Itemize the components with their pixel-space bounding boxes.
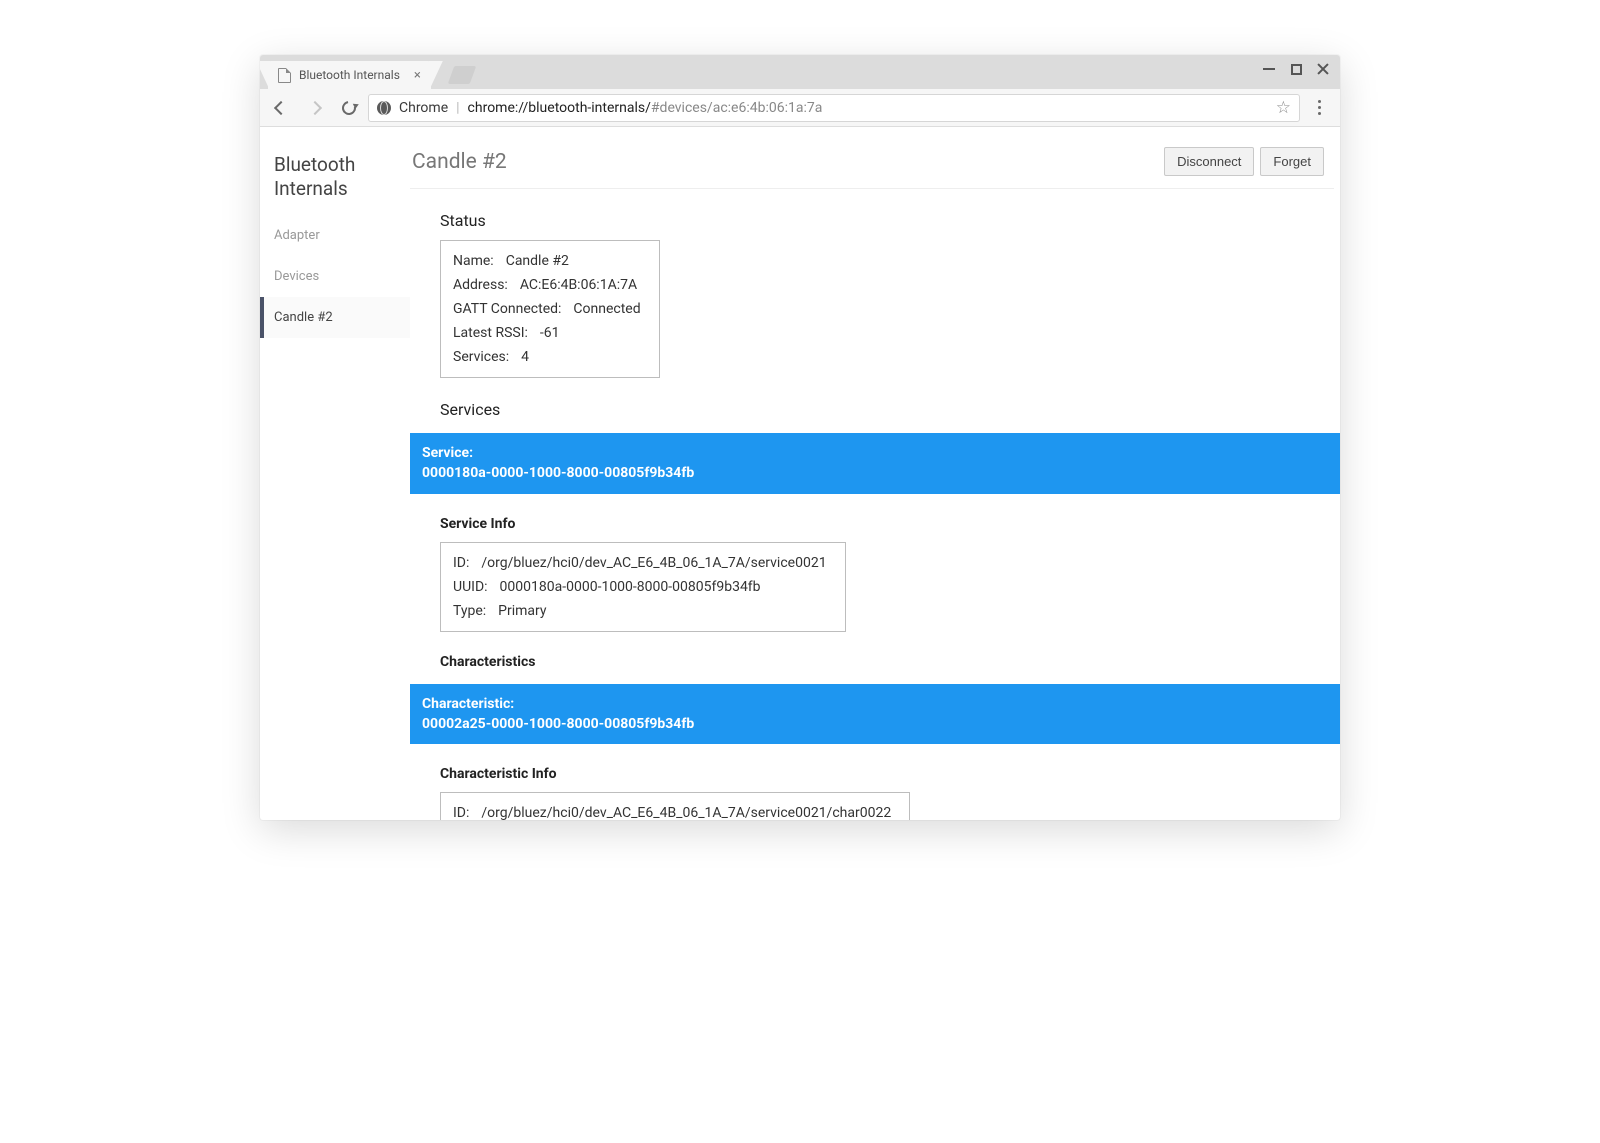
minimize-icon[interactable] xyxy=(1261,61,1277,77)
browser-window: Bluetooth Internals × Chrome | chrome://… xyxy=(260,55,1340,820)
main-panel: Candle #2 Disconnect Forget Status Name:… xyxy=(410,127,1340,820)
site-info-icon[interactable] xyxy=(377,101,391,115)
toolbar: Chrome | chrome://bluetooth-internals/#d… xyxy=(260,89,1340,127)
service-info-row: UUID: 0000180a-0000-1000-8000-00805f9b34f… xyxy=(453,575,827,599)
close-icon[interactable]: × xyxy=(414,68,421,83)
browser-tab[interactable]: Bluetooth Internals × xyxy=(268,61,431,89)
status-row: GATT Connected: Connected xyxy=(453,297,641,321)
characteristic-info-row: ID: /org/bluez/hci0/dev_AC_E6_4B_06_1A_7A… xyxy=(453,801,891,820)
status-row: Latest RSSI: -61 xyxy=(453,321,641,345)
status-value: 4 xyxy=(521,349,529,365)
status-box: Name: Candle #2 Address: AC:E6:4B:06:1A:7A… xyxy=(440,240,660,378)
status-row: Address: AC:E6:4B:06:1A:7A xyxy=(453,273,641,297)
maximize-icon[interactable] xyxy=(1291,64,1302,75)
status-value: -61 xyxy=(540,325,560,341)
url-scheme-label: Chrome xyxy=(399,100,448,116)
service-info-heading: Service Info xyxy=(440,516,1340,532)
status-value: Connected xyxy=(573,301,640,317)
forward-button[interactable] xyxy=(300,93,330,123)
status-row: Name: Candle #2 xyxy=(453,249,641,273)
forget-button[interactable]: Forget xyxy=(1260,147,1324,176)
service-info-row: ID: /org/bluez/hci0/dev_AC_E6_4B_06_1A_7A… xyxy=(453,551,827,575)
back-button[interactable] xyxy=(266,93,296,123)
sidebar-item-candle-2[interactable]: Candle #2 xyxy=(260,297,410,338)
characteristic-bar-label: Characteristic: xyxy=(422,694,1328,714)
characteristics-heading: Characteristics xyxy=(440,654,1340,670)
service-info-label: UUID: xyxy=(453,579,488,595)
service-info-value: Primary xyxy=(498,603,546,619)
characteristic-info-box: ID: /org/bluez/hci0/dev_AC_E6_4B_06_1A_7A… xyxy=(440,792,910,820)
page-icon xyxy=(278,68,291,83)
app-title: Bluetooth Internals xyxy=(260,153,410,215)
sidebar-item-adapter[interactable]: Adapter xyxy=(260,215,410,256)
disconnect-button[interactable]: Disconnect xyxy=(1164,147,1254,176)
status-row: Services: 4 xyxy=(453,345,641,369)
new-tab-button[interactable] xyxy=(448,66,477,84)
service-info-box: ID: /org/bluez/hci0/dev_AC_E6_4B_06_1A_7A… xyxy=(440,542,846,632)
page-header: Candle #2 Disconnect Forget xyxy=(410,147,1334,189)
content-area: Bluetooth Internals Adapter Devices Cand… xyxy=(260,127,1340,820)
service-info-label: ID: xyxy=(453,555,469,571)
status-label: GATT Connected: xyxy=(453,301,561,317)
status-value: AC:E6:4B:06:1A:7A xyxy=(520,277,637,293)
service-bar-label: Service: xyxy=(422,443,1328,463)
services-heading: Services xyxy=(440,400,1340,419)
characteristic-info-heading: Characteristic Info xyxy=(440,766,1340,782)
window-close-icon[interactable] xyxy=(1316,62,1330,76)
status-label: Latest RSSI: xyxy=(453,325,528,341)
status-value: Candle #2 xyxy=(506,253,569,269)
status-label: Name: xyxy=(453,253,494,269)
service-bar-value: 0000180a-0000-1000-8000-00805f9b34fb xyxy=(422,465,694,481)
service-info-row: Type: Primary xyxy=(453,599,827,623)
status-heading: Status xyxy=(440,211,1340,230)
reload-button[interactable] xyxy=(334,93,364,123)
service-header-bar[interactable]: Service: 0000180a-0000-1000-8000-00805f9… xyxy=(410,433,1340,494)
url-host: chrome://bluetooth-internals/ xyxy=(468,100,651,116)
url-divider: | xyxy=(456,100,459,116)
status-label: Address: xyxy=(453,277,508,293)
address-bar[interactable]: Chrome | chrome://bluetooth-internals/#d… xyxy=(368,94,1300,122)
sidebar-item-devices[interactable]: Devices xyxy=(260,256,410,297)
service-info-value: 0000180a-0000-1000-8000-00805f9b34fb xyxy=(500,579,761,595)
service-info-label: Type: xyxy=(453,603,486,619)
window-controls xyxy=(1261,61,1330,77)
status-label: Services: xyxy=(453,349,509,365)
page-title: Candle #2 xyxy=(410,150,507,174)
tab-title: Bluetooth Internals xyxy=(299,68,400,82)
sidebar: Bluetooth Internals Adapter Devices Cand… xyxy=(260,127,410,820)
browser-menu-button[interactable] xyxy=(1304,100,1334,115)
bookmark-star-icon[interactable]: ☆ xyxy=(1276,98,1291,118)
characteristic-header-bar[interactable]: Characteristic: 00002a25-0000-1000-8000-… xyxy=(410,684,1340,745)
tab-strip: Bluetooth Internals × xyxy=(260,55,1340,89)
characteristic-info-value: /org/bluez/hci0/dev_AC_E6_4B_06_1A_7A/se… xyxy=(481,805,891,820)
characteristic-info-label: ID: xyxy=(453,805,469,820)
url-path: #devices/ac:e6:4b:06:1a:7a xyxy=(651,100,822,116)
service-info-value: /org/bluez/hci0/dev_AC_E6_4B_06_1A_7A/se… xyxy=(481,555,826,571)
characteristic-bar-value: 00002a25-0000-1000-8000-00805f9b34fb xyxy=(422,716,694,732)
